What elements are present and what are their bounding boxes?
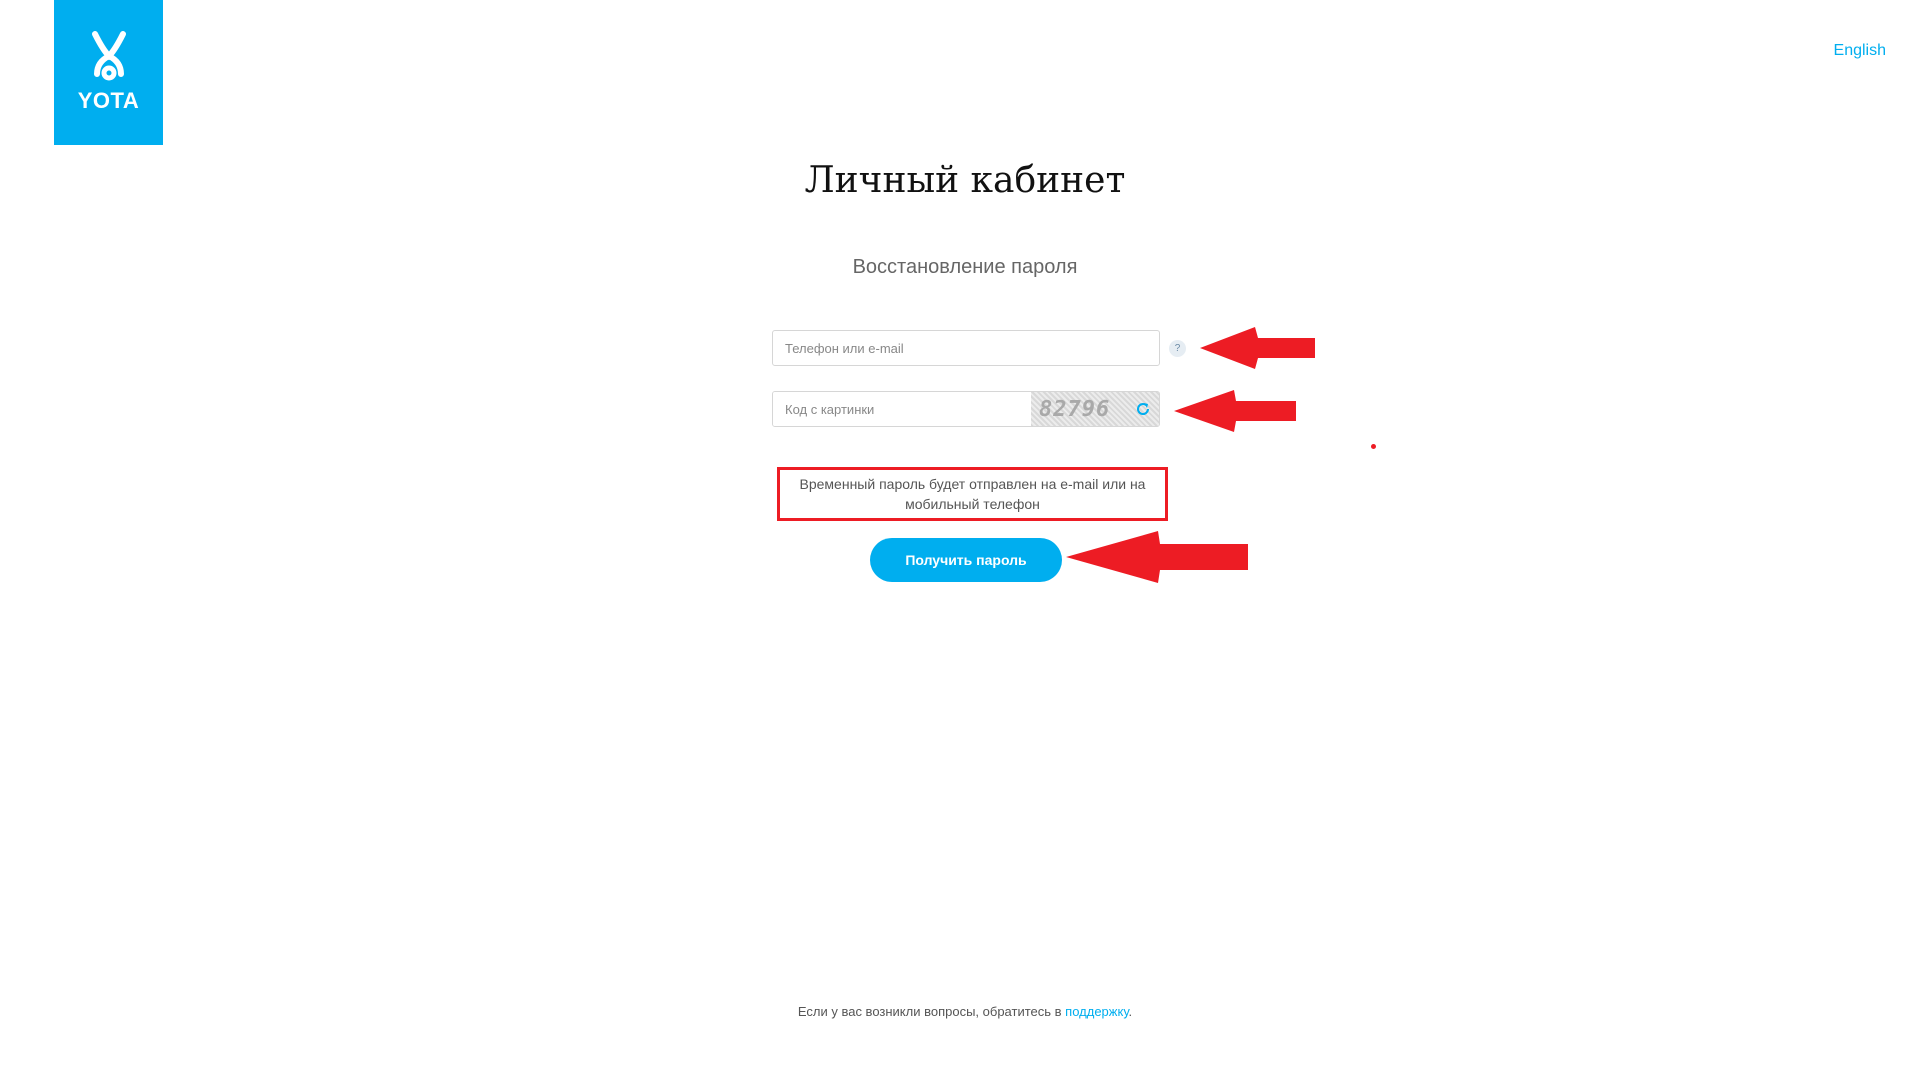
- yota-logo[interactable]: YOTA: [54, 0, 163, 145]
- captcha-text: 82796: [1039, 396, 1111, 422]
- captcha-input[interactable]: [773, 392, 1031, 426]
- annotation-arrow-1-icon: [1200, 327, 1315, 369]
- captcha-image: 82796: [1031, 392, 1159, 426]
- language-link-english[interactable]: English: [1834, 42, 1886, 60]
- phone-or-email-input[interactable]: [772, 330, 1160, 366]
- help-icon[interactable]: ?: [1169, 340, 1186, 357]
- support-link[interactable]: поддержку: [1065, 1004, 1128, 1019]
- page: YOTA English Личный кабинет Восстановлен…: [0, 0, 1920, 1080]
- logo-text: YOTA: [77, 88, 140, 113]
- annotation-arrow-2-icon: [1174, 390, 1296, 432]
- annotation-arrow-3-icon: [1066, 531, 1248, 583]
- page-subtitle: Восстановление пароля: [852, 256, 1078, 278]
- annotation-dot: [1371, 444, 1376, 449]
- footer-suffix: .: [1128, 1004, 1133, 1019]
- info-message-box: Временный пароль будет отправлен на e-ma…: [777, 467, 1168, 521]
- info-message: Временный пароль будет отправлен на e-ma…: [799, 476, 1146, 512]
- yota-logo-icon: [91, 31, 126, 81]
- footer: Если у вас возникли вопросы, обратитесь …: [0, 1004, 1920, 1019]
- footer-text: Если у вас возникли вопросы, обратитесь …: [797, 1004, 1066, 1019]
- page-title: Личный кабинет: [804, 160, 1126, 201]
- captcha-field: 82796: [772, 391, 1160, 427]
- get-password-button[interactable]: Получить пароль: [870, 538, 1062, 582]
- refresh-icon[interactable]: [1135, 401, 1151, 417]
